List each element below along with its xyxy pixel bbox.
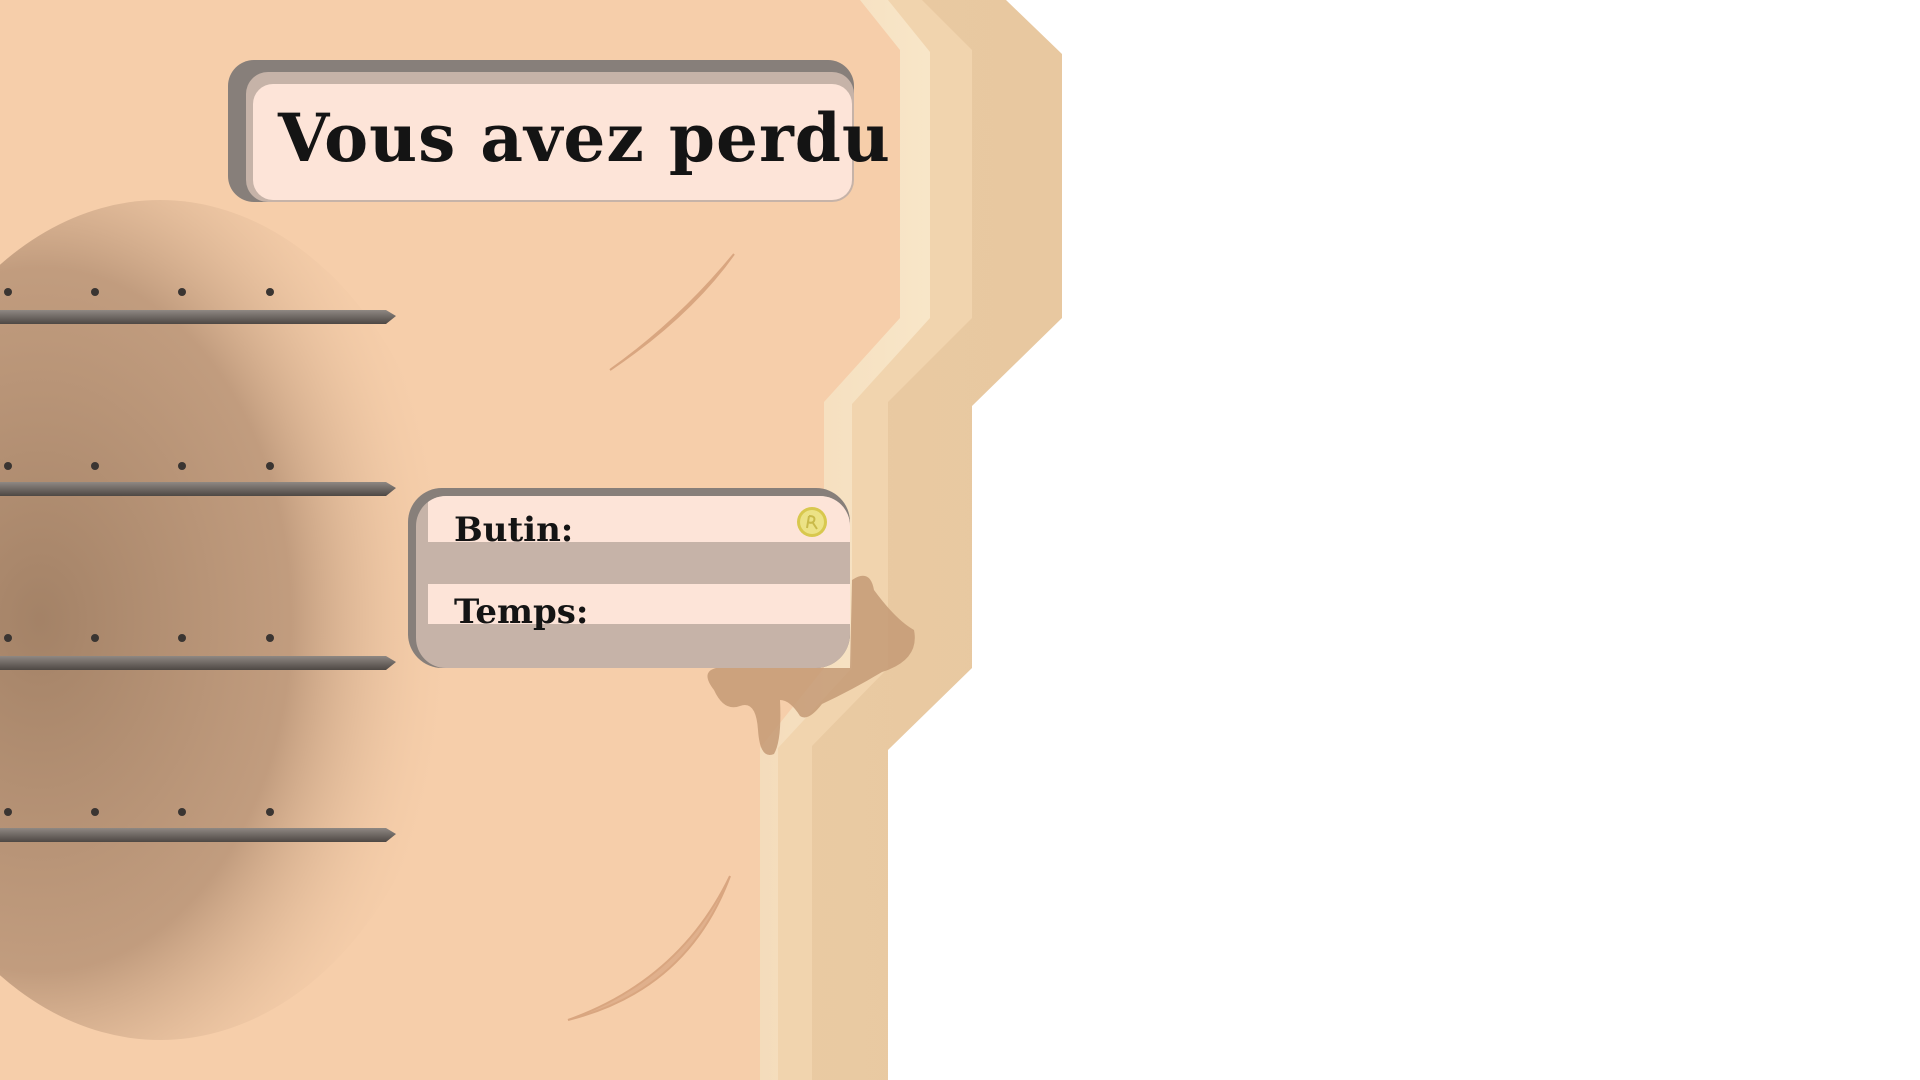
results-box: Butin: Temps: [408, 488, 850, 668]
game-over-title: Vous avez perdu [278, 99, 891, 177]
time-label: Temps: [454, 592, 589, 632]
game-over-screen: Vous avez perdu Butin: Temps: [0, 0, 1920, 1080]
results-box-inner: Butin: Temps: [416, 496, 850, 668]
coin-icon [797, 507, 827, 537]
loot-label: Butin: [454, 510, 574, 550]
